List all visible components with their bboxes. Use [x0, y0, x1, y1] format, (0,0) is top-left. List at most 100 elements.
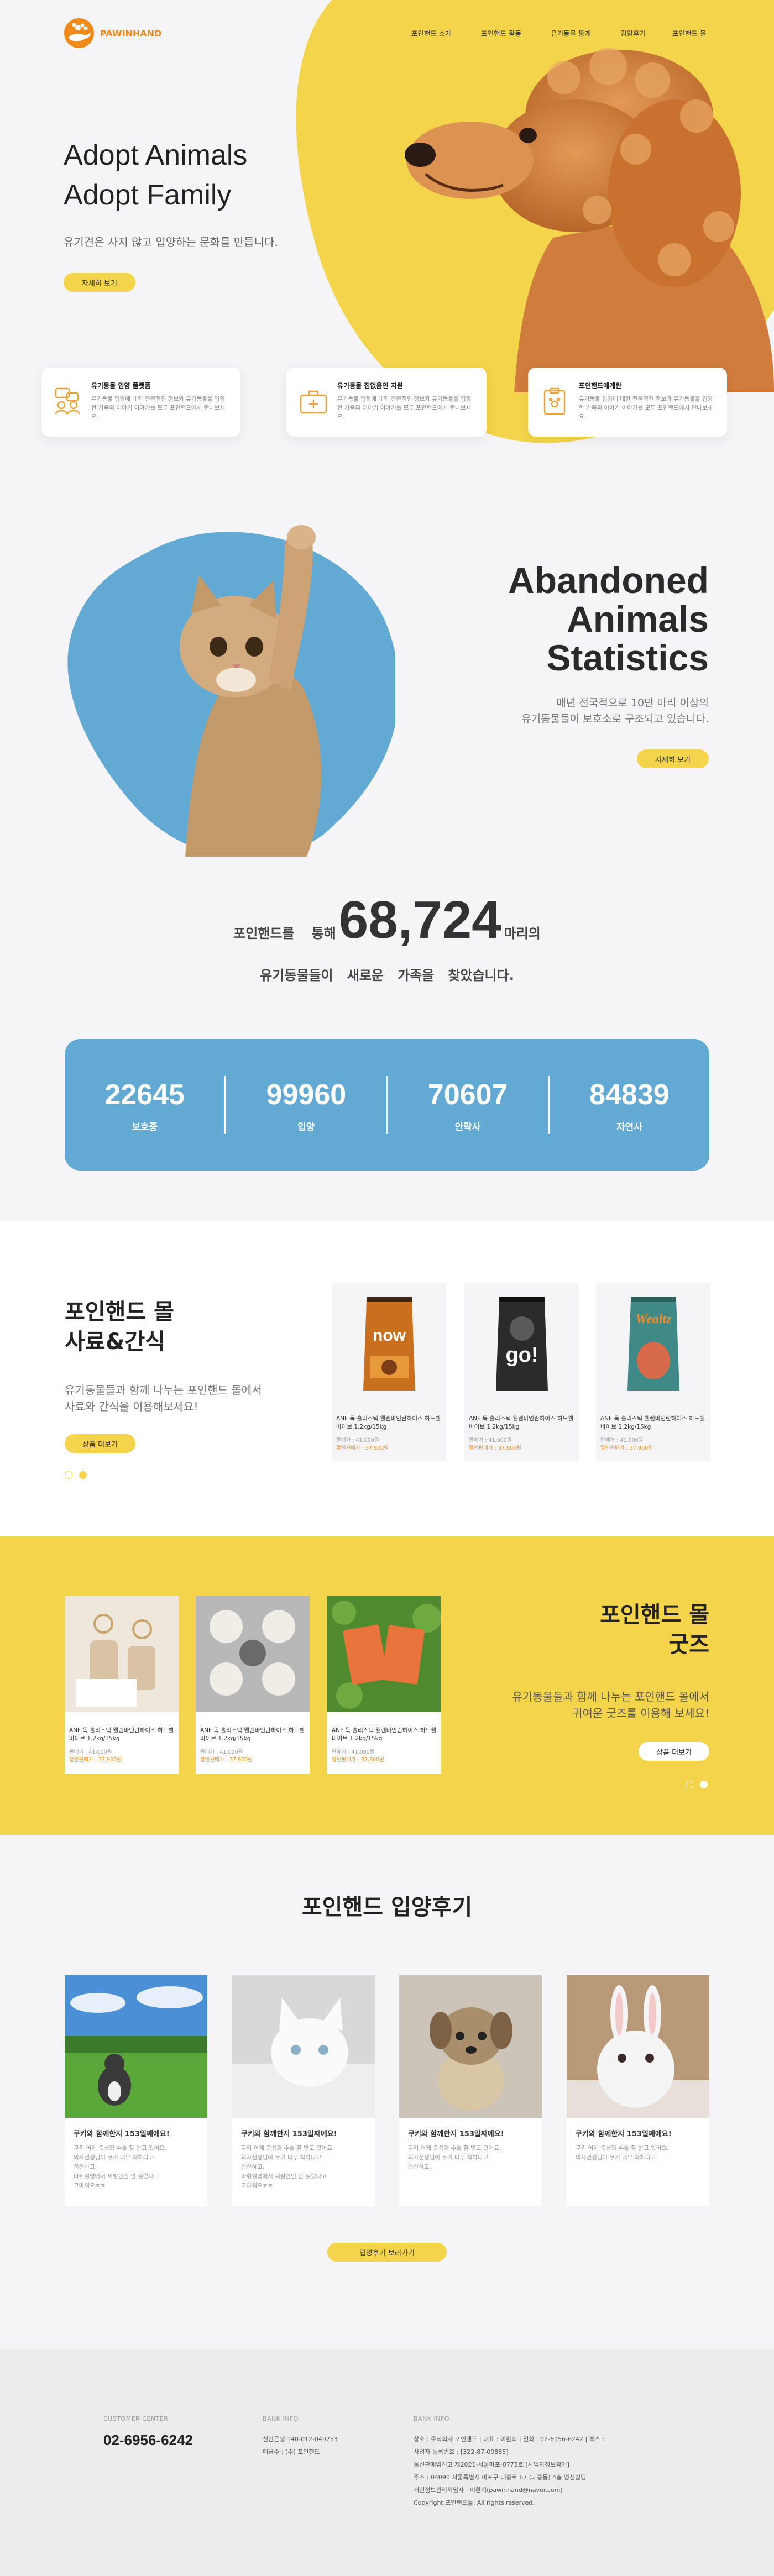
document-paw-icon: [543, 387, 566, 415]
mall-food-title-line1: 포인핸드 몰: [65, 1299, 174, 1325]
product-card[interactable]: Wealtz ANF 독 홀리스틱 웰렌바인란하이스 하드쉘바이브 1.2kg/…: [596, 1283, 710, 1461]
logo-text: PAWINHAND: [100, 28, 162, 39]
review-content: 쿠키와 함께한지 153일째에요! 쿠키 어제 중성화 수술 잘 받고 왔어요.…: [74, 2128, 201, 2191]
review-title: 쿠키와 함께한지 153일째에요!: [74, 2130, 170, 2138]
stat-value: 70607: [427, 1078, 508, 1111]
product-name: ANF 독 홀리스틱 웰렌바인란하이스 하드쉘바이브 1.2kg/15kg: [600, 1415, 705, 1430]
hero-title-line2: Adopt Family: [64, 179, 232, 211]
review-text-line: 쿠키 어제 중성화 수술 잘 받고 왔어요.: [576, 2145, 669, 2152]
review-card[interactable]: 쿠키와 함께한지 153일째에요! 쿠키 어제 중성화 수술 잘 받고 왔어요.…: [567, 1975, 709, 2206]
review-text-line: 칭찬하고,: [74, 2164, 97, 2170]
footer-cs-phone[interactable]: 02-6956-6242: [103, 2432, 193, 2449]
hero-detail-button[interactable]: 자세히 보기: [64, 273, 135, 292]
nav-item-activity[interactable]: 포인핸드 활동: [481, 28, 551, 38]
svg-text:Wealtz: Wealtz: [636, 1312, 672, 1326]
nav-item-mall[interactable]: 포인핸드 몰: [672, 28, 706, 38]
mall-goods-title-line1: 포인핸드 몰: [600, 1602, 709, 1628]
review-text-line: 의사선생님이 쿠키 너무 착하다고: [408, 2154, 489, 2161]
svg-text:now: now: [373, 1326, 406, 1345]
stats-box: 22645 보호중 99960 입양 70607 안락사 84839 자연사: [65, 1039, 709, 1171]
product-original-price: 판매가 : 41,000원: [332, 1749, 375, 1755]
feature-title: 유기동물 입양 플랫폼: [91, 382, 151, 390]
review-text-line: 쿠키 어제 중성화 수술 잘 받고 왔어요.: [241, 2145, 334, 2152]
site-header: PAWINHAND 포인핸드 소개 포인핸드 활동 유기동물 통계 입양후기 포…: [0, 0, 774, 66]
reviews-more-button[interactable]: 입양후기 보러가기: [327, 2243, 447, 2262]
review-text-line: 쿠키 어제 중성화 수술 잘 받고 왔어요.: [408, 2145, 501, 2152]
footer-info-line: 개인정보관리책임자 : 이환희(pawinhand@naver.com): [414, 2486, 563, 2494]
mall-food-section: 포인핸드 몰 사료&간식 유기동물들과 함께 나누는 포인핸드 몰에서 사료와 …: [0, 1221, 774, 1536]
product-name: ANF 독 홀리스틱 웰렌바인란하이스 하드쉘바이브 1.2kg/15kg: [336, 1415, 441, 1430]
stat-value: 22645: [104, 1078, 185, 1111]
footer-info-line: 사업자 등록번호 : [322-87-00885]: [414, 2448, 509, 2456]
reviews-section: 포인핸드 입양후기 쿠키와 함께한지 153일째에요! 쿠키 어제 중성화 수술…: [0, 1835, 774, 2349]
mall-goods-title-line2: 굿즈: [668, 1632, 709, 1657]
main-nav: 포인핸드 소개 포인핸드 활동 유기동물 통계 입양후기 포인핸드 몰: [411, 28, 706, 38]
mall-food-more-button[interactable]: 상품 더보기: [65, 1434, 135, 1453]
review-card[interactable]: 쿠키와 함께한지 153일째에요! 쿠키 어제 중성화 수술 잘 받고 왔어요.…: [65, 1975, 207, 2206]
feature-card[interactable]: 포인핸드에게란 유기동물 입양에 대한 전문적인 정보와 유기동물을 입양한 가…: [528, 368, 727, 437]
food-bag-now-image: now: [363, 1297, 415, 1391]
product-sale-price: 할인판매가 : 37,900원: [69, 1757, 122, 1763]
site-footer: CUSTOMER CENTER 02-6956-6242 BANK INFO 신…: [0, 2349, 774, 2576]
review-card[interactable]: 쿠키와 함께한지 153일째에요! 쿠키 어제 중성화 수술 잘 받고 왔어요.…: [232, 1975, 375, 2206]
feature-title: 포인핸드에게란: [579, 382, 622, 390]
nav-item-reviews[interactable]: 입양후기: [620, 28, 672, 38]
mall-goods-title: 포인핸드 몰 굿즈: [600, 1600, 709, 1660]
footer-company-info: 상호 : 주식회사 포인핸드 | 대표 : 이환희 | 전화 : 02-6956…: [414, 2433, 604, 2509]
nav-item-statistics[interactable]: 유기동물 통계: [551, 28, 620, 38]
review-content: 쿠키와 함께한지 153일째에요! 쿠키 어제 중성화 수술 잘 받고 왔어요.…: [408, 2128, 535, 2172]
product-sale-price: 할인판매가 : 37,900원: [336, 1445, 389, 1451]
stat-label: 안락사: [454, 1121, 481, 1133]
statistics-section: Abandoned Animals Statistics 매년 전국적으로 10…: [0, 453, 774, 1221]
stats-title-line1: Abandoned: [508, 560, 709, 601]
review-card[interactable]: 쿠키와 함께한지 153일째에요! 쿠키 어제 중성화 수술 잘 받고 왔어요.…: [399, 1975, 542, 2206]
slider-dot[interactable]: [700, 1781, 708, 1788]
cat-image: [67, 525, 395, 857]
mall-goods-desc-line2: 귀여운 굿즈를 이용해 보세요!: [572, 1707, 709, 1720]
goods-cards-image: [327, 1596, 441, 1712]
review-title: 쿠키와 함께한지 153일째에요!: [576, 2130, 672, 2138]
logo-hand-icon: [64, 18, 94, 48]
review-text-line: 의사선생님이 쿠키 너무 착하다고: [241, 2154, 322, 2161]
slider-dot[interactable]: [79, 1471, 87, 1479]
footer-info-label: BANK INFO: [414, 2415, 449, 2422]
product-card[interactable]: go! ANF 독 홀리스틱 웰렌바인란하이스 하드쉘바이브 1.2kg/15k…: [464, 1283, 579, 1461]
product-info: ANF 독 홀리스틱 웰렌바인란하이스 하드쉘바이브 1.2kg/15kg 판매…: [69, 1727, 174, 1764]
footer-bank-info: 신한은행 140-012-049753 예금주 : (주) 포인핸드: [263, 2433, 338, 2458]
review-text-line: 고마워요ㅎㅎ: [241, 2182, 273, 2189]
review-photo-dog-grass: [65, 1975, 207, 2118]
stat-label: 보호중: [132, 1121, 158, 1133]
stat-label: 자연사: [616, 1121, 642, 1133]
product-card[interactable]: now ANF 독 홀리스틱 웰렌바인란하이스 하드쉘바이브 1.2kg/15k…: [332, 1283, 446, 1461]
footer-info-line: 상호 : 주식회사 포인핸드 | 대표 : 이환희 | 전화 : 02-6956…: [414, 2436, 605, 2443]
count-line2: 유기동물들이 새로운 가족을 찾았습니다.: [260, 968, 514, 983]
product-original-price: 판매가 : 41,000원: [69, 1749, 112, 1755]
slider-dot-active[interactable]: [65, 1471, 72, 1479]
slider-dot-active[interactable]: [686, 1781, 693, 1788]
review-text-line: 고마워요ㅎㅎ: [74, 2182, 106, 2189]
footer-copyright: Copyright 포인핸드몰. All rights reserved.: [414, 2499, 535, 2506]
mall-goods-more-button[interactable]: 상품 더보기: [639, 1742, 709, 1761]
stats-desc-line1: 매년 전국적으로 10만 마리 이상의: [556, 697, 709, 709]
count-suffix: 마리의: [504, 926, 541, 941]
nav-item-intro[interactable]: 포인핸드 소개: [411, 28, 481, 38]
food-bag-wealtz-image: Wealtz: [627, 1297, 679, 1391]
mall-food-desc-line2: 사료와 간식을 이용해보세요!: [65, 1400, 198, 1413]
feature-card[interactable]: 유기동물 입양 플랫폼 유기동물 입양에 대한 전문적인 정보와 유기동물을 입…: [41, 368, 240, 437]
footer-bank-holder: 예금주 : (주) 포인핸드: [263, 2448, 320, 2456]
goods-card[interactable]: ANF 독 홀리스틱 웰렌바인란하이스 하드쉘바이브 1.2kg/15kg 판매…: [196, 1596, 310, 1774]
stats-detail-button[interactable]: 자세히 보기: [637, 749, 709, 768]
goods-card[interactable]: ANF 독 홀리스틱 웰렌바인란하이스 하드쉘바이브 1.2kg/15kg 판매…: [65, 1596, 179, 1774]
hero-subtitle: 유기견은 사지 않고 입양하는 문화를 만듭니다.: [64, 235, 278, 249]
product-info: ANF 독 홀리스틱 웰렌바인란하이스 하드쉘바이브 1.2kg/15kg 판매…: [336, 1415, 441, 1452]
feature-desc: 유기동물 입양에 대한 전문적인 정보와 유기동물을 입양한 가족의 이야기 이…: [579, 396, 713, 420]
review-content: 쿠키와 함께한지 153일째에요! 쿠키 어제 중성화 수술 잘 받고 왔어요.…: [241, 2128, 368, 2191]
footer-cs-label: CUSTOMER CENTER: [103, 2415, 169, 2422]
logo[interactable]: PAWINHAND: [64, 18, 161, 49]
product-info: ANF 독 홀리스틱 웰렌바인란하이스 하드쉘바이브 1.2kg/15kg 판매…: [332, 1727, 437, 1764]
feature-card[interactable]: 유기동물 집없음인 지원 유기동물 입양에 대한 전문적인 정보와 유기동물을 …: [286, 368, 487, 437]
footer-info-line[interactable]: 통신판매업신고 제2021-서울마포-0775호 [사업자정보확인]: [414, 2458, 604, 2471]
people-chat-icon: [55, 387, 80, 415]
stat-item-natural-death: 84839 자연사: [550, 1077, 709, 1133]
goods-card[interactable]: ANF 독 홀리스틱 웰렌바인란하이스 하드쉘바이브 1.2kg/15kg 판매…: [327, 1596, 441, 1774]
